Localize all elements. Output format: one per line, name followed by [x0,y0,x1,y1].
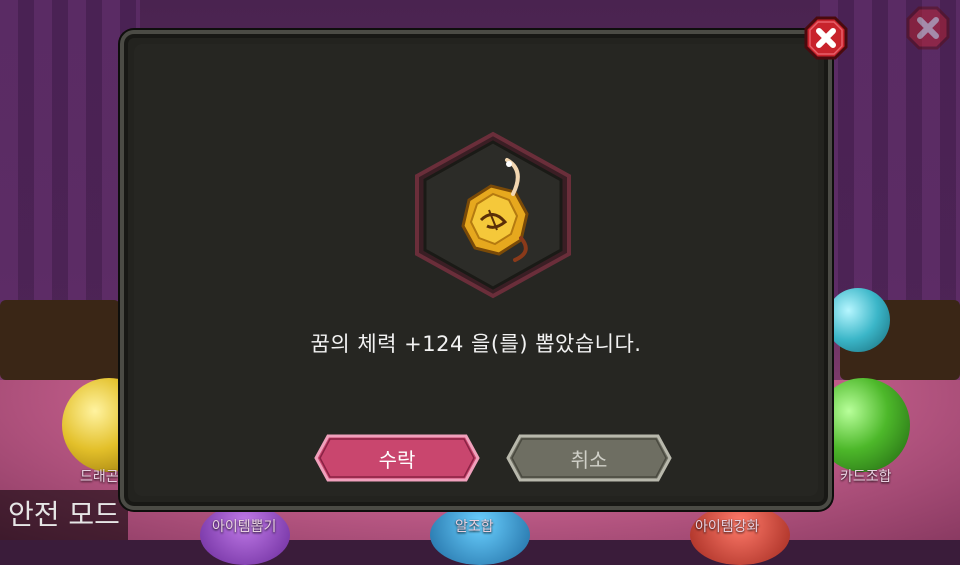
close-icon [906,6,950,50]
table-left [0,300,120,380]
safe-mode-overlay: 안전 모드 [0,490,128,540]
reward-message: 꿈의 체력 +124 을(를) 뽑았습니다. [310,332,642,356]
close-icon [804,16,848,60]
crystal-ball [826,288,890,352]
cancel-button-label: 취소 [570,447,608,472]
menu-label-egg-combine: 알조합 [455,519,494,535]
accept-button-label: 수락 [378,447,416,472]
background-close-button[interactable] [906,6,950,50]
menu-label-card-combine: 카드조합 [840,469,892,485]
menu-label-item-draw: 아이템뽑기 [212,519,277,535]
cancel-button[interactable]: 취소 [506,434,672,482]
reward-dialog: 꿈의 체력 +124 을(를) 뽑았습니다. 수락 취소 [120,30,832,510]
accept-button[interactable]: 수락 [314,434,480,482]
item-frame [409,130,577,300]
menu-label-item-upgrade: 아이템강화 [695,519,760,535]
dialog-close-button[interactable] [804,16,848,60]
menu-label-dragon: 드래곤 [80,469,119,485]
dialog-panel: 꿈의 체력 +124 을(를) 뽑았습니다. 수락 취소 [134,44,818,496]
